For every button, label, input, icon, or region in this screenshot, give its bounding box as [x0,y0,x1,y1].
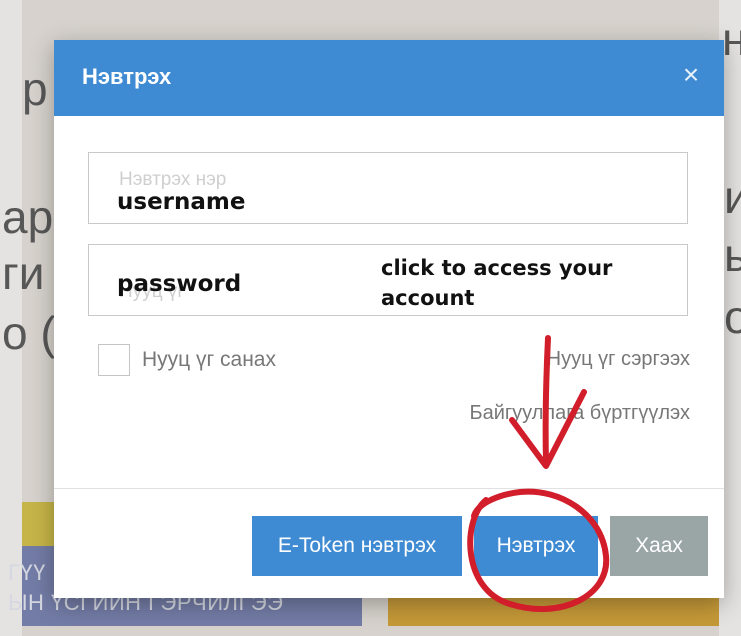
remember-password-label: Нууц үг санах [142,348,276,371]
checkbox-icon[interactable] [98,344,130,376]
password-annotation: password [117,271,242,297]
password-note-annotation: click to access your account [381,256,613,310]
username-annotation: username [117,189,246,215]
register-organization-link[interactable]: Байгууллага бүртгүүлэх [469,402,690,425]
etoken-login-button[interactable]: E-Token нэвтрэх [252,516,462,576]
modal-header: Нэвтрэх × [54,40,724,116]
remember-password-checkbox[interactable]: Нууц үг санах [98,344,276,376]
forgot-password-link[interactable]: Нууц үг сэргээх [547,348,690,371]
footer-divider [54,488,724,489]
modal-title: Нэвтрэх [82,64,172,89]
password-field[interactable]: Нууц үг password click to access your ac… [88,244,688,316]
close-icon[interactable]: × [676,59,706,90]
username-placeholder: Нэвтрэх нэр [119,169,227,190]
login-modal: Нэвтрэх × Нэвтрэх нэр username Нууц үг p… [54,40,724,598]
login-button[interactable]: Нэвтрэх [474,516,598,576]
close-button[interactable]: Хаах [610,516,708,576]
username-field[interactable]: Нэвтрэх нэр username [88,152,688,224]
